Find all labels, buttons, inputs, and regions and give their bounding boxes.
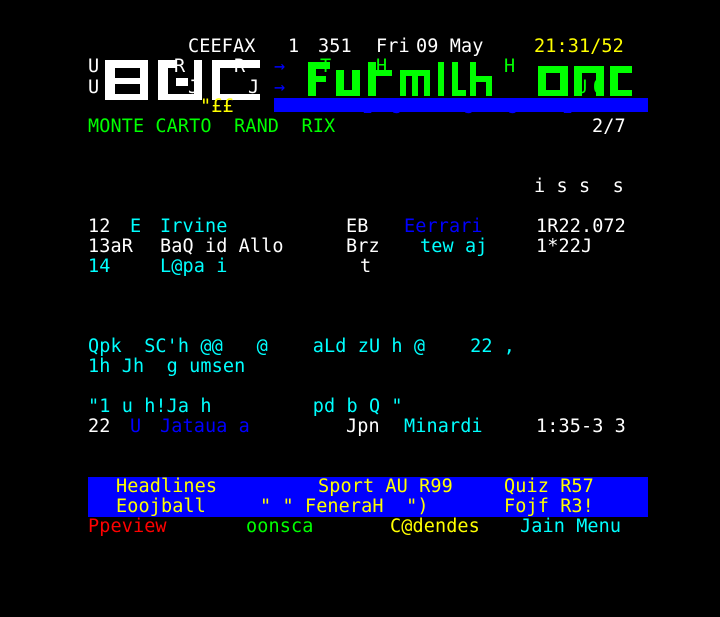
table-row: 22 U Jataua a Jpn Minardi 1:35-3 3	[88, 416, 626, 437]
page-number: 351	[318, 36, 352, 57]
logo-fragment: U	[88, 56, 100, 77]
note-line: "1 u h!Ja h pd b Q "	[88, 397, 403, 417]
nation: t	[360, 256, 372, 277]
index-row: Headlines Sport AU R99 Quiz R57	[88, 477, 594, 497]
logo-fragment: J	[508, 97, 520, 118]
header-day: Fri	[376, 36, 410, 57]
nation: Jpn	[346, 416, 380, 437]
position: 13aR	[88, 236, 133, 257]
team: tew aj	[420, 236, 488, 257]
channel-number: 1	[288, 36, 300, 57]
header-bar: CEEFAX 1 351 Fri 09 May 21:31/52	[88, 37, 624, 57]
index-row: Eoojball " " FeneraH ") Fojf R3!	[88, 497, 594, 517]
lap-time: 1R22.072	[536, 216, 626, 237]
index-headlines-link[interactable]: Headlines	[116, 477, 217, 497]
lap-time: 1:35-3 3	[536, 416, 626, 437]
logo-fragment: J	[464, 97, 476, 118]
index-general-link[interactable]: " " FeneraH ")	[260, 497, 429, 517]
column-header-text: i s s s	[534, 176, 624, 197]
fastext-bar: Ppeview oonsca C@dendes Jain Menu	[88, 517, 621, 537]
driver-name: Irvine	[160, 216, 228, 237]
driver-flag: E	[130, 216, 142, 237]
driver-name: Jataua a	[160, 416, 250, 437]
header-date: 09 May	[416, 36, 484, 57]
table-row: 13aR BaQ id Allo Brz tew aj 1*22J	[88, 237, 592, 257]
logo-fragment: J	[392, 97, 404, 118]
note-text: Qpk SC'h @@ @ aLd zU h @ 22 ,	[88, 336, 516, 357]
arrow-icon: →	[274, 56, 286, 77]
note-line: Qpk SC'h @@ @ aLd zU h @ 22 ,	[88, 337, 515, 357]
column-header: i s s s	[88, 177, 624, 197]
position: 22	[88, 416, 111, 437]
logo-fragment: H	[504, 56, 516, 77]
index-quiz-link[interactable]: Quiz R57	[504, 477, 594, 497]
nation: EB	[346, 216, 369, 237]
fastext-yellow-link[interactable]: C@dendes	[390, 517, 480, 537]
page-counter: 2/7	[592, 116, 626, 137]
table-row: 14 L@pa i t	[88, 256, 371, 277]
position: 12	[88, 216, 111, 237]
note-line: 1h Jh g umsen	[88, 357, 245, 377]
driver-flag: U	[130, 416, 142, 437]
note-text: 1h Jh g umsen	[88, 356, 246, 377]
index-sport-link[interactable]: Sport AU R99	[318, 477, 453, 497]
table-row: 12 E Irvine EB Eerrari 1R22.072	[88, 216, 626, 237]
fastext-cyan-link[interactable]: Jain Menu	[520, 517, 621, 537]
service-name: CEEFAX	[188, 36, 256, 57]
lap-time: 1*22J	[536, 236, 593, 257]
race-title: MONTE CARTO RAND RIX	[88, 116, 336, 137]
position: 14	[88, 256, 111, 277]
logo-fragment: U	[88, 77, 100, 98]
fastext-green-link[interactable]: oonsca	[246, 517, 313, 537]
index-football-link[interactable]: Eoojball	[116, 497, 206, 517]
arrow-icon: →	[274, 77, 286, 98]
note-text: "1 u h!Ja h pd b Q "	[88, 396, 403, 417]
logo-fragment: I	[362, 97, 374, 118]
fastext-red-link[interactable]: Ppeview	[88, 517, 167, 537]
race-title-row: MONTE CARTO RAND RIX 2/7	[88, 117, 626, 137]
logo-fragment: I	[562, 97, 574, 118]
driver-name: BaQ id Allo	[160, 236, 284, 257]
index-golf-link[interactable]: Fojf R3!	[504, 497, 594, 517]
team: Eerrari	[404, 216, 483, 237]
logo-fragment: "££	[200, 96, 234, 117]
nation: Brz	[346, 236, 380, 257]
header-time: 21:31/52	[534, 36, 624, 57]
team: Minardi	[404, 416, 483, 437]
driver-name: L@pa i	[160, 256, 228, 277]
